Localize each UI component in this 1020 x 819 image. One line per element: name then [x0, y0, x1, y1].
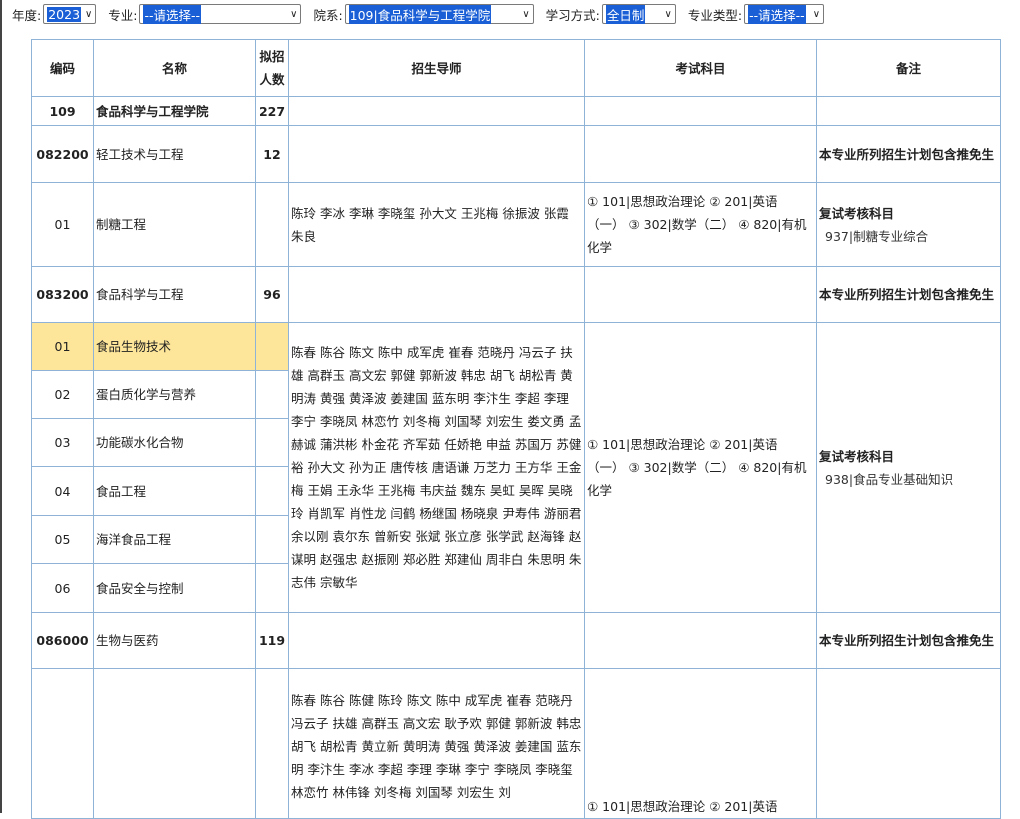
dept-label: 院系:: [313, 7, 343, 23]
direction-code: 03: [31, 418, 94, 467]
type-label: 专业类型:: [687, 7, 743, 23]
exam-subjects: ① 101|思想政治理论 ② 201|英语（一） ③ 302|数学（二） ④ 8…: [584, 182, 817, 267]
header-tutors: 招生导师: [288, 39, 585, 97]
major-remark: 本专业所列招生计划包含推免生: [816, 612, 1001, 669]
retest-subject: 937|制糖专业综合: [825, 228, 929, 244]
major-name[interactable]: 生物与医药: [93, 612, 256, 669]
major-remark: 本专业所列招生计划包含推免生: [816, 125, 1001, 183]
major-quota: 12: [255, 125, 289, 183]
direction-name[interactable]: 食品生物技术: [93, 322, 256, 371]
header-quota: 拟招人数: [255, 39, 289, 97]
direction-code: 01: [31, 182, 94, 267]
retest-title: 复试考核科目: [819, 205, 895, 221]
major-code: 082200: [31, 125, 94, 183]
enrollment-table: 编码 名称 拟招人数 招生导师 考试科目 备注 109 食品科学与工程学院 22…: [31, 39, 1001, 819]
direction-code: 04: [31, 466, 94, 516]
major-quota: 96: [255, 266, 289, 323]
major-quota: 119: [255, 612, 289, 669]
type-select[interactable]: --请选择-- ∨: [744, 4, 825, 24]
direction-code: 01: [31, 322, 94, 371]
retest-info: 复试考核科目 937|制糖专业综合: [816, 182, 1001, 267]
dept-select[interactable]: 109|食品科学与工程学院 ∨: [344, 4, 534, 24]
direction-name[interactable]: 食品工程: [93, 466, 256, 516]
tutor-list: 陈春 陈谷 陈健 陈玲 陈文 陈中 成军虎 崔春 范晓丹 冯云子 扶雄 高群玉 …: [288, 668, 585, 819]
direction-code: 05: [31, 515, 94, 564]
exam-subjects: ① 101|思想政治理论 ② 201|英语（一） ③ 302|数学（二） ④ 8…: [584, 322, 817, 613]
major-name[interactable]: 食品科学与工程: [93, 266, 256, 323]
mode-label: 学习方式:: [545, 7, 600, 23]
header-remark: 备注: [816, 39, 1001, 97]
direction-name[interactable]: 蛋白质化学与营养: [93, 370, 256, 419]
header-name: 名称: [93, 39, 256, 97]
mode-select[interactable]: 全日制 ∨: [601, 4, 676, 24]
retest-subject: 938|食品专业基础知识: [825, 471, 954, 487]
tutor-list: 陈春 陈谷 陈文 陈中 成军虎 崔春 范晓丹 冯云子 扶雄 高群玉 高文宏 郭健…: [288, 322, 585, 613]
year-select[interactable]: 2023 ∨: [43, 4, 97, 24]
major-name[interactable]: 轻工技术与工程: [93, 125, 256, 183]
chevron-down-icon: ∨: [664, 8, 672, 20]
chevron-down-icon: ∨: [290, 8, 298, 20]
major-label: 专业:: [108, 7, 138, 23]
table-header-row: 编码 名称 拟招人数 招生导师 考试科目 备注: [31, 39, 1001, 97]
table-row-direction: 01 制糖工程 陈玲 李冰 李琳 李晓玺 孙大文 王兆梅 徐振波 张霞 朱良 ①…: [31, 182, 1001, 267]
major-code: 086000: [31, 612, 94, 669]
major-select[interactable]: --请选择-- ∨: [139, 4, 302, 24]
chevron-down-icon: ∨: [812, 8, 821, 20]
retest-title: 复试考核科目: [819, 448, 895, 464]
major-remark: 本专业所列招生计划包含推免生: [816, 266, 1001, 323]
table-row-direction: 01 食品生物技术 陈春 陈谷 陈文 陈中 成军虎 崔春 范晓丹 冯云子 扶雄 …: [31, 322, 1001, 613]
chevron-down-icon: ∨: [522, 8, 530, 20]
major-code: 083200: [31, 266, 94, 323]
table-row-major: 082200 轻工技术与工程 12 本专业所列招生计划包含推免生: [31, 125, 1001, 183]
header-exam: 考试科目: [584, 39, 817, 97]
direction-name[interactable]: 制糖工程: [93, 182, 256, 267]
exam-subjects: ① 101|思想政治理论 ② 201|英语: [584, 668, 817, 819]
direction-name[interactable]: 功能碳水化合物: [93, 418, 256, 467]
left-border: [0, 0, 2, 813]
chevron-down-icon: ∨: [85, 8, 93, 20]
retest-info: 复试考核科目 938|食品专业基础知识: [816, 322, 1001, 613]
year-label: 年度:: [12, 7, 42, 23]
direction-name[interactable]: 食品安全与控制: [93, 563, 256, 613]
direction-name[interactable]: 海洋食品工程: [93, 515, 256, 564]
tutor-list: 陈玲 李冰 李琳 李晓玺 孙大文 王兆梅 徐振波 张霞 朱良: [288, 182, 585, 267]
table-row-direction: 陈春 陈谷 陈健 陈玲 陈文 陈中 成军虎 崔春 范晓丹 冯云子 扶雄 高群玉 …: [31, 668, 1001, 819]
school-code: 109: [31, 96, 94, 126]
direction-code: 02: [31, 370, 94, 419]
school-name: 食品科学与工程学院: [93, 96, 256, 126]
filter-bar: 年度: 2023 ∨ 专业: --请选择-- ∨ 院系: 109|食品科学与工程学院…: [12, 3, 836, 25]
direction-code: 06: [31, 563, 94, 613]
school-quota: 227: [255, 96, 289, 126]
table-row-major: 083200 食品科学与工程 96 本专业所列招生计划包含推免生: [31, 266, 1001, 323]
header-code: 编码: [31, 39, 94, 97]
table-row-major: 086000 生物与医药 119 本专业所列招生计划包含推免生: [31, 612, 1001, 669]
table-row-school: 109 食品科学与工程学院 227: [31, 96, 1001, 126]
